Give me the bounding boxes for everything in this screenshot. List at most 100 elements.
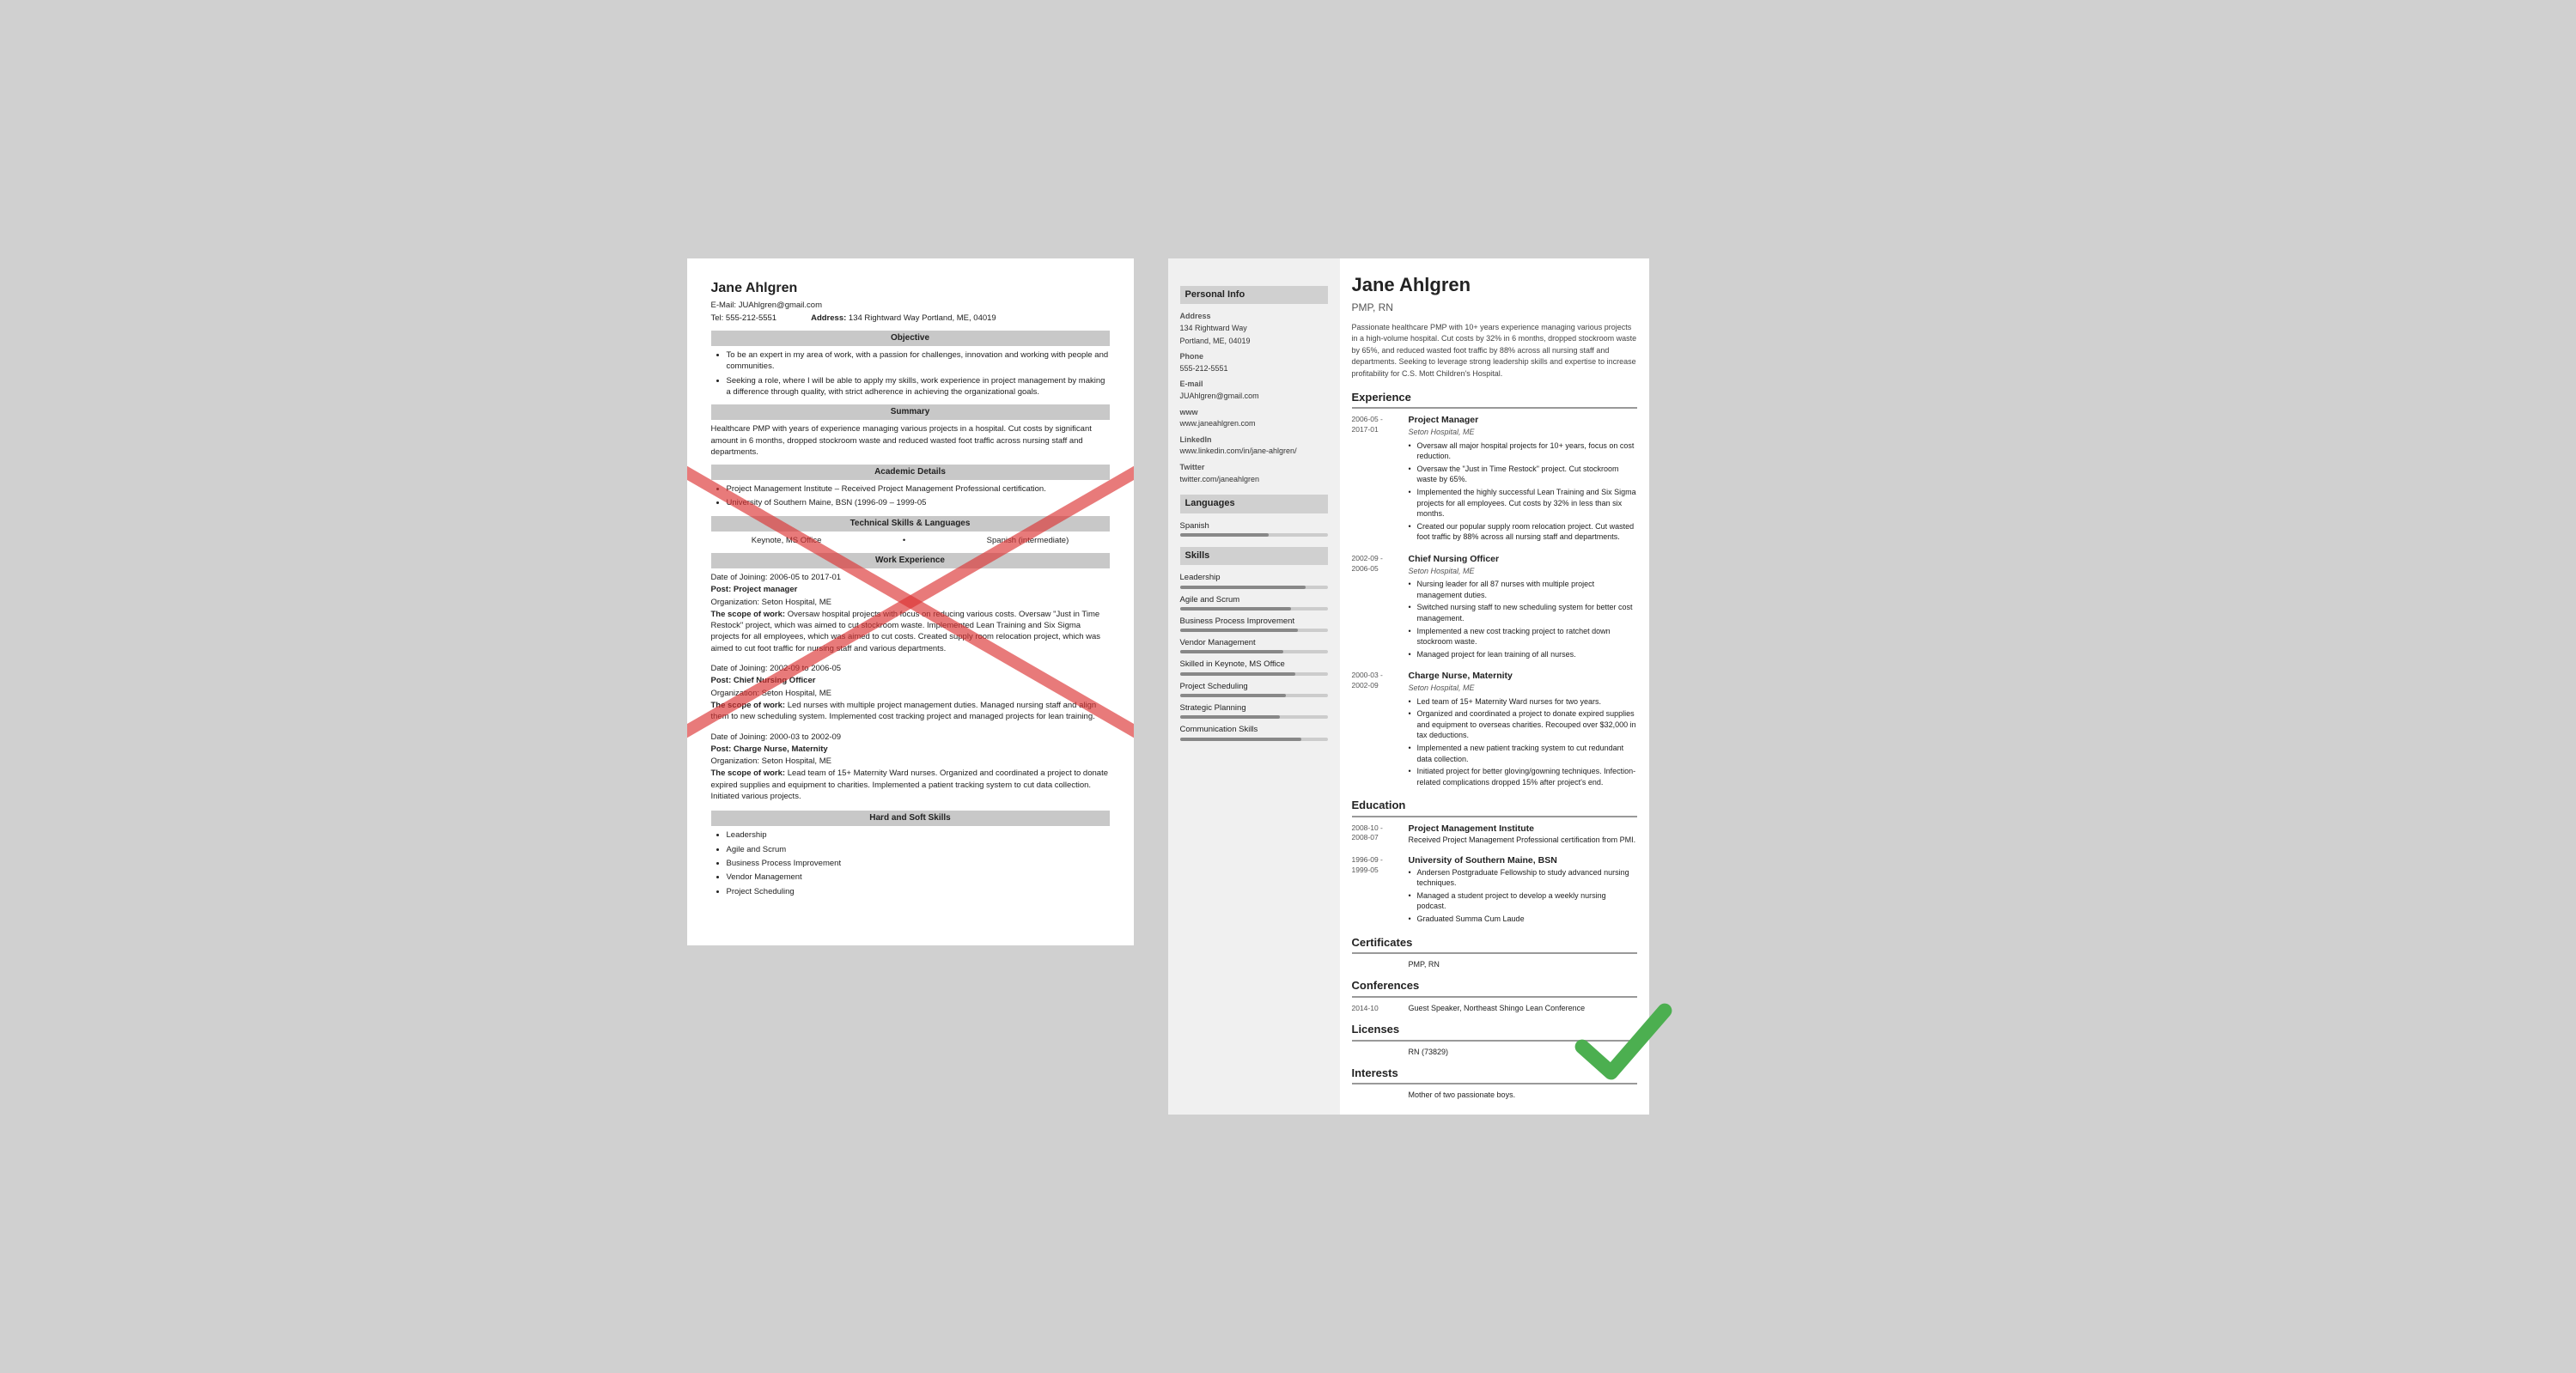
right-conf-title: Conferences xyxy=(1352,978,1637,997)
left-w3-org: Organization: Seton Hospital, ME xyxy=(711,756,1110,767)
left-hs-3: Business Process Improvement xyxy=(727,858,1110,869)
sb-skills-list: Leadership Agile and Scrum Business Proc… xyxy=(1180,572,1328,740)
right-exp-3: 2000-03 - 2002-09 Charge Nurse, Maternit… xyxy=(1352,670,1637,789)
left-hs-4: Vendor Management xyxy=(727,872,1110,883)
left-bullet-sep: • xyxy=(903,535,905,546)
sb-skill-name: Skilled in Keynote, MS Office xyxy=(1180,659,1328,670)
right-exp-1: 2006-05 - 2017-01 Project Manager Seton … xyxy=(1352,414,1637,544)
left-skills-row: Keynote, MS Office • Spanish (intermedia… xyxy=(711,535,1110,546)
left-academic-list: Project Management Institute – Received … xyxy=(711,483,1110,509)
right-summary: Passionate healthcare PMP with 10+ years… xyxy=(1352,322,1637,380)
left-summary-text: Healthcare PMP with years of experience … xyxy=(711,423,1110,458)
sb-phone-label: Phone xyxy=(1180,351,1328,362)
left-tel: Tel: 555-212-5551 xyxy=(711,313,777,324)
sb-skill-bar-bg xyxy=(1180,738,1328,741)
sb-lang-bar-fill xyxy=(1180,533,1269,537)
sb-skill-item: Business Process Improvement xyxy=(1180,616,1328,632)
left-skill1: Keynote, MS Office xyxy=(752,535,822,546)
left-work-header: Work Experience xyxy=(711,553,1110,568)
right-exp2-details: Chief Nursing Officer Seton Hospital, ME… xyxy=(1409,553,1637,661)
right-cert-title: Certificates xyxy=(1352,935,1637,954)
sb-skill-bar-bg xyxy=(1180,694,1328,697)
right-exp-title: Experience xyxy=(1352,390,1637,409)
sb-addr-label: Address xyxy=(1180,311,1328,322)
sb-skill-bar-fill xyxy=(1180,607,1291,611)
left-hardsoft-list: Leadership Agile and Scrum Business Proc… xyxy=(711,829,1110,896)
left-name: Jane Ahlgren xyxy=(711,279,1110,298)
left-obj-1: To be an expert in my area of work, with… xyxy=(727,349,1110,373)
sb-phone: 555-212-5551 xyxy=(1180,363,1328,374)
left-skill2: Spanish (intermediate) xyxy=(987,535,1069,546)
left-technical-header: Technical Skills & Languages xyxy=(711,516,1110,532)
right-edu-1: 2008-10 - 2008-07 Project Management Ins… xyxy=(1352,823,1637,846)
left-w1-post: Post: Project manager xyxy=(711,584,1110,595)
sb-skill-bar-fill xyxy=(1180,715,1281,719)
sb-skill-bar-bg xyxy=(1180,629,1328,632)
left-w2-post: Post: Chief Nursing Officer xyxy=(711,675,1110,686)
left-obj-2: Seeking a role, where I will be able to … xyxy=(727,375,1110,398)
sb-skill-bar-fill xyxy=(1180,629,1299,632)
sb-email-label: E-mail xyxy=(1180,379,1328,390)
sb-skill-item: Communication Skills xyxy=(1180,724,1328,740)
right-int-title: Interests xyxy=(1352,1066,1637,1084)
left-acad-2: University of Southern Maine, BSN (1996-… xyxy=(727,497,1110,508)
left-work-3: Date of Joining: 2000-03 to 2002-09 Post… xyxy=(711,732,1110,803)
sb-skill-bar-bg xyxy=(1180,607,1328,611)
left-academic-header: Academic Details xyxy=(711,465,1110,480)
sb-skill-item: Skilled in Keynote, MS Office xyxy=(1180,659,1328,675)
sb-skill-bar-bg xyxy=(1180,586,1328,589)
sb-skill-name: Leadership xyxy=(1180,572,1328,583)
sb-skill-bar-bg xyxy=(1180,715,1328,719)
sb-skill-item: Agile and Scrum xyxy=(1180,594,1328,611)
sb-skill-name: Business Process Improvement xyxy=(1180,616,1328,627)
left-hs-1: Leadership xyxy=(727,829,1110,841)
left-objective-header: Objective xyxy=(711,331,1110,346)
right-interest: Mother of two passionate boys. xyxy=(1409,1090,1637,1101)
right-exp2-dates: 2002-09 - 2006-05 xyxy=(1352,553,1402,661)
sb-skill-name: Communication Skills xyxy=(1180,724,1328,735)
sb-skill-item: Vendor Management xyxy=(1180,637,1328,653)
left-w3-scope: The scope of work: Lead team of 15+ Mate… xyxy=(711,768,1110,802)
right-edu2-dates: 1996-09 - 1999-05 xyxy=(1352,854,1402,926)
left-work-1: Date of Joining: 2006-05 to 2017-01 Post… xyxy=(711,572,1110,654)
sb-skill-name: Project Scheduling xyxy=(1180,681,1328,692)
right-edu2-details: University of Southern Maine, BSN Anders… xyxy=(1409,854,1637,926)
right-edu-title: Education xyxy=(1352,798,1637,817)
left-email: E-Mail: JUAhlgren@gmail.com xyxy=(711,300,1110,311)
left-address: Address: 134 Rightward Way Portland, ME,… xyxy=(811,313,996,324)
right-exp1-details: Project Manager Seton Hospital, ME Overs… xyxy=(1409,414,1637,544)
sb-skill-item: Project Scheduling xyxy=(1180,681,1328,697)
sb-www-label: www xyxy=(1180,407,1328,418)
right-edu-2: 1996-09 - 1999-05 University of Southern… xyxy=(1352,854,1637,926)
left-hardsoft-header: Hard and Soft Skills xyxy=(711,811,1110,826)
sb-skill-bar-bg xyxy=(1180,672,1328,676)
left-work-2: Date of Joining: 2002-09 to 2006-05 Post… xyxy=(711,663,1110,722)
right-main: Jane Ahlgren PMP, RN Passionate healthca… xyxy=(1340,258,1649,1115)
sb-lang-name: Spanish xyxy=(1180,520,1328,532)
sb-skill-bar-bg xyxy=(1180,650,1328,653)
left-hs-2: Agile and Scrum xyxy=(727,844,1110,855)
right-name: Jane Ahlgren xyxy=(1352,272,1637,299)
sb-linkedin-label: LinkedIn xyxy=(1180,434,1328,446)
sb-email: JUAhlgren@gmail.com xyxy=(1180,391,1328,402)
left-w1-org: Organization: Seton Hospital, ME xyxy=(711,597,1110,608)
left-objective-list: To be an expert in my area of work, with… xyxy=(711,349,1110,398)
right-conf-entry: 2014-10 Guest Speaker, Northeast Shingo … xyxy=(1352,1003,1637,1014)
main-container: Jane Ahlgren E-Mail: JUAhlgren@gmail.com… xyxy=(687,258,1890,1115)
left-w2-dates: Date of Joining: 2002-09 to 2006-05 xyxy=(711,663,1110,674)
right-license: RN (73829) xyxy=(1409,1047,1637,1058)
right-conf-date: 2014-10 xyxy=(1352,1003,1402,1014)
sb-skill-bar-fill xyxy=(1180,738,1301,741)
sb-language: Spanish xyxy=(1180,520,1328,537)
left-w3-post: Post: Charge Nurse, Maternity xyxy=(711,744,1110,755)
left-w1-scope: The scope of work: Oversaw hospital proj… xyxy=(711,609,1110,654)
left-summary-header: Summary xyxy=(711,404,1110,420)
sb-skill-name: Vendor Management xyxy=(1180,637,1328,648)
sb-skill-item: Leadership xyxy=(1180,572,1328,588)
sb-languages-title: Languages xyxy=(1180,495,1328,513)
right-cert: PMP, RN xyxy=(1409,959,1637,970)
sb-addr2: Portland, ME, 04019 xyxy=(1180,336,1328,347)
right-exp3-dates: 2000-03 - 2002-09 xyxy=(1352,670,1402,789)
right-resume: Personal Info Address 134 Rightward Way … xyxy=(1168,258,1649,1115)
left-resume: Jane Ahlgren E-Mail: JUAhlgren@gmail.com… xyxy=(687,258,1134,945)
